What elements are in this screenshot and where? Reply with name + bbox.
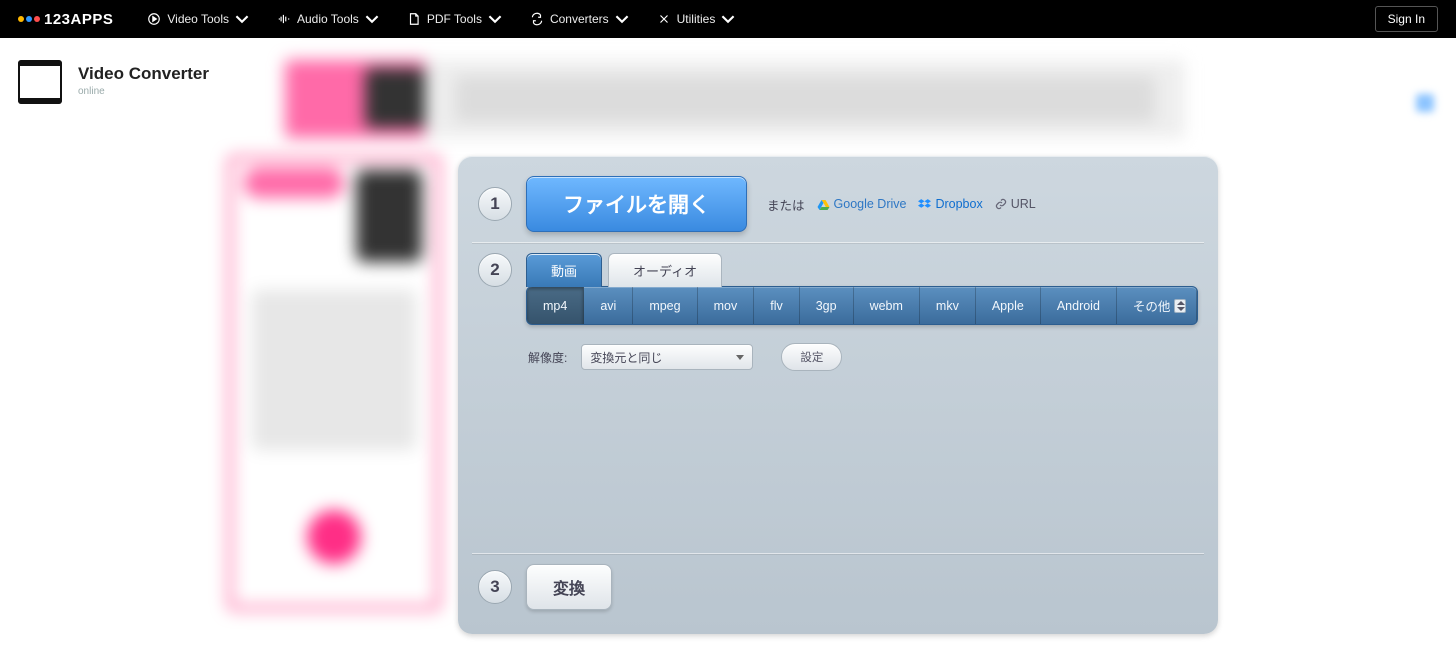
- nav-label: Audio Tools: [297, 12, 359, 26]
- nav-converters[interactable]: Converters: [530, 12, 629, 26]
- step-badge-3: 3: [478, 570, 512, 604]
- convert-icon: [530, 12, 544, 26]
- nav-audio-tools[interactable]: Audio Tools: [277, 12, 379, 26]
- chevron-down-icon: [615, 12, 629, 26]
- url-link[interactable]: URL: [995, 197, 1036, 211]
- format-3gp[interactable]: 3gp: [800, 287, 854, 324]
- nav-pdf-tools[interactable]: PDF Tools: [407, 12, 502, 26]
- link-icon: [995, 198, 1007, 210]
- top-nav: 123APPS Video Tools Audio Tools PDF Tool…: [0, 0, 1456, 38]
- google-drive-icon: [817, 199, 830, 210]
- step1-row: 1 ファイルを開く または Google Drive Dropbox URL: [472, 166, 1204, 242]
- step3-row: 3 変換: [472, 553, 1204, 620]
- nav-label: Utilities: [677, 12, 716, 26]
- converter-panel: 1 ファイルを開く または Google Drive Dropbox URL: [458, 156, 1218, 634]
- format-bar: mp4 avi mpeg mov flv 3gp webm mkv Apple …: [526, 286, 1198, 325]
- tab-video[interactable]: 動画: [526, 253, 602, 287]
- step-badge-1: 1: [478, 187, 512, 221]
- google-drive-link[interactable]: Google Drive: [817, 197, 907, 211]
- format-webm[interactable]: webm: [854, 287, 920, 324]
- tab-audio[interactable]: オーディオ: [608, 253, 722, 287]
- format-mpeg[interactable]: mpeg: [633, 287, 697, 324]
- resolution-label: 解像度:: [528, 349, 567, 366]
- chevron-down-icon: [488, 12, 502, 26]
- signin-button[interactable]: Sign In: [1375, 6, 1438, 32]
- nav-video-tools[interactable]: Video Tools: [147, 12, 249, 26]
- or-label: または: [767, 195, 805, 214]
- format-flv[interactable]: flv: [754, 287, 800, 324]
- format-other[interactable]: その他: [1117, 287, 1197, 324]
- step2-row: 2 動画 オーディオ mp4 avi mpeg mov flv 3gp webm…: [472, 242, 1204, 553]
- ad-close-icon[interactable]: [1416, 94, 1434, 112]
- dropbox-link[interactable]: Dropbox: [918, 197, 982, 211]
- logo-dots-icon: [18, 16, 40, 22]
- chevron-down-icon: [721, 12, 735, 26]
- play-icon: [147, 12, 161, 26]
- nav-utilities[interactable]: Utilities: [657, 12, 736, 26]
- format-mp4[interactable]: mp4: [527, 287, 584, 324]
- format-mkv[interactable]: mkv: [920, 287, 976, 324]
- settings-button[interactable]: 設定: [781, 343, 842, 371]
- app-icon: [18, 60, 62, 104]
- waveform-icon: [277, 12, 291, 26]
- format-mov[interactable]: mov: [698, 287, 755, 324]
- stepper-icon: [1174, 299, 1186, 313]
- tools-icon: [657, 12, 671, 26]
- brand-text: 123APPS: [44, 11, 113, 28]
- side-ad-banner[interactable]: [228, 156, 440, 610]
- document-icon: [407, 12, 421, 26]
- chevron-down-icon: [736, 355, 744, 360]
- step-badge-2: 2: [478, 253, 512, 287]
- nav-label: Converters: [550, 12, 609, 26]
- app-title: Video Converter: [78, 64, 209, 84]
- resolution-select[interactable]: 変換元と同じ: [581, 344, 753, 370]
- app-subtitle: online: [78, 86, 209, 97]
- nav-label: Video Tools: [167, 12, 229, 26]
- format-avi[interactable]: avi: [584, 287, 633, 324]
- format-android[interactable]: Android: [1041, 287, 1117, 324]
- top-ad-banner[interactable]: [285, 60, 1185, 138]
- convert-button[interactable]: 変換: [526, 564, 612, 610]
- brand-logo[interactable]: 123APPS: [18, 11, 113, 28]
- dropbox-icon: [918, 199, 931, 210]
- nav-label: PDF Tools: [427, 12, 482, 26]
- open-file-button[interactable]: ファイルを開く: [526, 176, 747, 232]
- chevron-down-icon: [365, 12, 379, 26]
- format-apple[interactable]: Apple: [976, 287, 1041, 324]
- nav-menu: Video Tools Audio Tools PDF Tools Conver…: [147, 12, 735, 26]
- chevron-down-icon: [235, 12, 249, 26]
